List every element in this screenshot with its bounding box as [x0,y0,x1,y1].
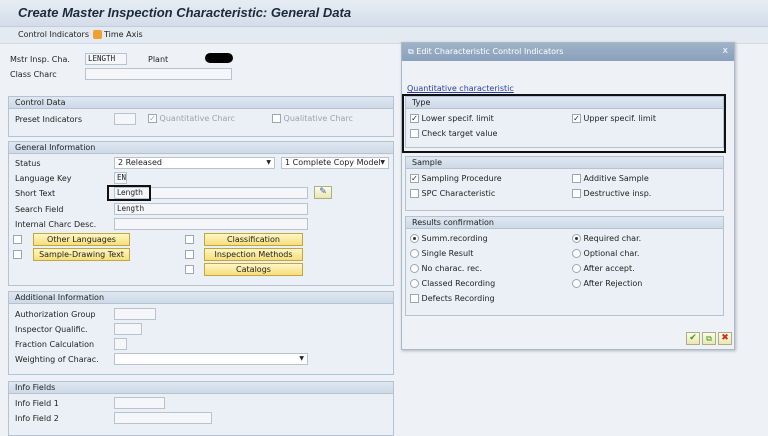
quantitative-characteristic-link[interactable]: Quantitative characteristic [407,84,514,93]
chevron-down-icon: ▼ [299,354,304,364]
auth-group-field[interactable] [114,308,156,320]
sampling-procedure-checkbox[interactable]: ✓ Sampling Procedure [410,174,502,183]
quantitative-charc-checkbox: ✓ Quantitative Charc [148,114,235,123]
dialog-title-bar: ⧉ Edit Characteristic Control Indicators [402,43,734,61]
info-fields-panel: Info Fields [8,381,394,436]
control-indicators-dialog: ⧉ Edit Characteristic Control Indicators… [401,42,735,350]
qualitative-charc-checkbox: Qualitative Charc [272,114,353,123]
check-target-value-checkbox[interactable]: Check target value [410,129,497,138]
language-key-label: Language Key [15,174,72,183]
required-char-radio[interactable]: Required char. [572,234,641,243]
classification-button[interactable]: Classification [204,233,303,246]
fraction-calc-field[interactable] [114,338,127,350]
class-charc-label: Class Charc [10,70,57,79]
catalogs-button[interactable]: Catalogs [204,263,303,276]
time-axis-icon[interactable] [93,30,102,39]
info-field-2-label: Info Field 2 [15,414,59,423]
internal-desc-label: Internal Charc Desc. [15,220,96,229]
info-field-1[interactable] [114,397,165,409]
inspector-qualific-field[interactable] [114,323,142,335]
type-highlight [402,94,726,153]
search-field-label: Search Field [15,205,64,214]
inspector-qualific-label: Inspector Qualific. [15,325,88,334]
cancel-x-icon[interactable]: ✖ [718,332,732,345]
sample-drawing-checkbox[interactable] [13,250,22,259]
weighting-dropdown[interactable]: ▼ [114,353,308,365]
sample-header: Sample [406,157,723,169]
sample-drawing-text-button[interactable]: Sample-Drawing Text [33,248,130,261]
fraction-calc-label: Fraction Calculation [15,340,94,349]
classification-checkbox[interactable] [185,235,194,244]
destructive-insp-checkbox[interactable]: Destructive insp. [572,189,651,198]
dialog-close-button[interactable]: x [723,46,728,56]
copy-icon[interactable]: ⧉ [702,332,716,345]
general-info-header: General Information [9,142,393,154]
sample-panel: Sample [405,156,724,211]
summ-recording-radio[interactable]: Summ.recording [410,234,488,243]
defects-recording-checkbox[interactable]: Defects Recording [410,294,495,303]
plant-label: Plant [148,55,168,64]
copy-model-dropdown[interactable]: 1 Complete Copy Model▼ [281,157,389,169]
spc-characteristic-checkbox[interactable]: SPC Characteristic [410,189,495,198]
inspection-methods-checkbox[interactable] [185,250,194,259]
chevron-down-icon: ▼ [266,158,271,168]
search-field[interactable]: Length [114,203,308,215]
lower-spec-limit-checkbox[interactable]: ✓ Lower specif. limit [410,114,494,123]
chevron-down-icon: ▼ [380,158,385,168]
mstr-insp-field[interactable]: LENGTH [85,53,127,65]
status-label: Status [15,159,41,168]
info-field-1-label: Info Field 1 [15,399,59,408]
no-charac-rec-radio[interactable]: No charac. rec. [410,264,482,273]
info-fields-header: Info Fields [9,382,393,394]
plant-redacted [205,53,233,63]
after-rejection-radio[interactable]: After Rejection [572,279,642,288]
classed-recording-radio[interactable]: Classed Recording [410,279,495,288]
control-data-header: Control Data [9,97,393,109]
upper-spec-limit-checkbox[interactable]: ✓ Upper specif. limit [572,114,656,123]
time-axis-button[interactable]: Time Axis [104,30,143,39]
page-title: Create Master Inspection Characteristic:… [18,5,351,20]
edit-text-button[interactable]: ✎ [314,186,332,199]
internal-desc-field[interactable] [114,218,308,230]
class-charc-field[interactable] [85,68,232,80]
additional-info-header: Additional Information [9,292,393,304]
preset-indicators-field[interactable] [114,113,136,125]
info-field-2[interactable] [114,412,212,424]
status-dropdown[interactable]: 2 Released▼ [114,157,275,169]
mstr-insp-label: Mstr Insp. Cha. [10,55,70,64]
dialog-title: Edit Characteristic Control Indicators [416,47,563,56]
other-languages-checkbox[interactable] [13,235,22,244]
results-header: Results confirmation [406,217,723,229]
other-languages-button[interactable]: Other Languages [33,233,130,246]
confirm-check-icon[interactable]: ✔ [686,332,700,345]
language-key-field[interactable]: EN [114,172,127,184]
short-text-highlight [107,185,151,201]
control-indicators-button[interactable]: Control Indicators [18,30,89,39]
single-result-radio[interactable]: Single Result [410,249,473,258]
after-accept-radio[interactable]: After accept. [572,264,635,273]
preset-indicators-label: Preset Indicators [15,115,82,124]
catalogs-checkbox[interactable] [185,265,194,274]
additive-sample-checkbox[interactable]: Additive Sample [572,174,649,183]
inspection-methods-button[interactable]: Inspection Methods [204,248,303,261]
auth-group-label: Authorization Group [15,310,95,319]
weighting-label: Weighting of Charac. [15,355,99,364]
optional-char-radio[interactable]: Optional char. [572,249,639,258]
short-text-label: Short Text [15,189,55,198]
